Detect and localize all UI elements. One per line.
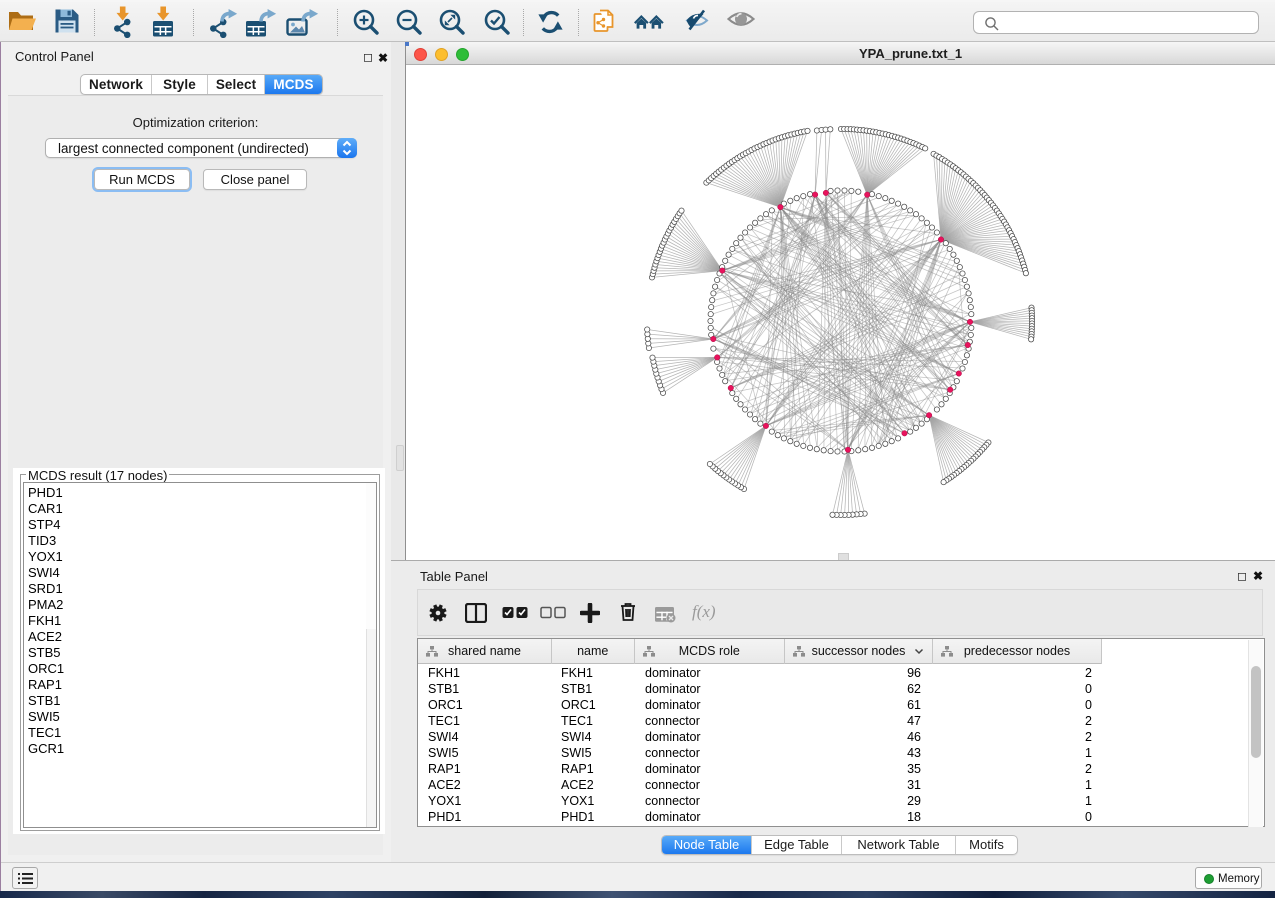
svg-text:f(x): f(x) <box>692 602 716 621</box>
